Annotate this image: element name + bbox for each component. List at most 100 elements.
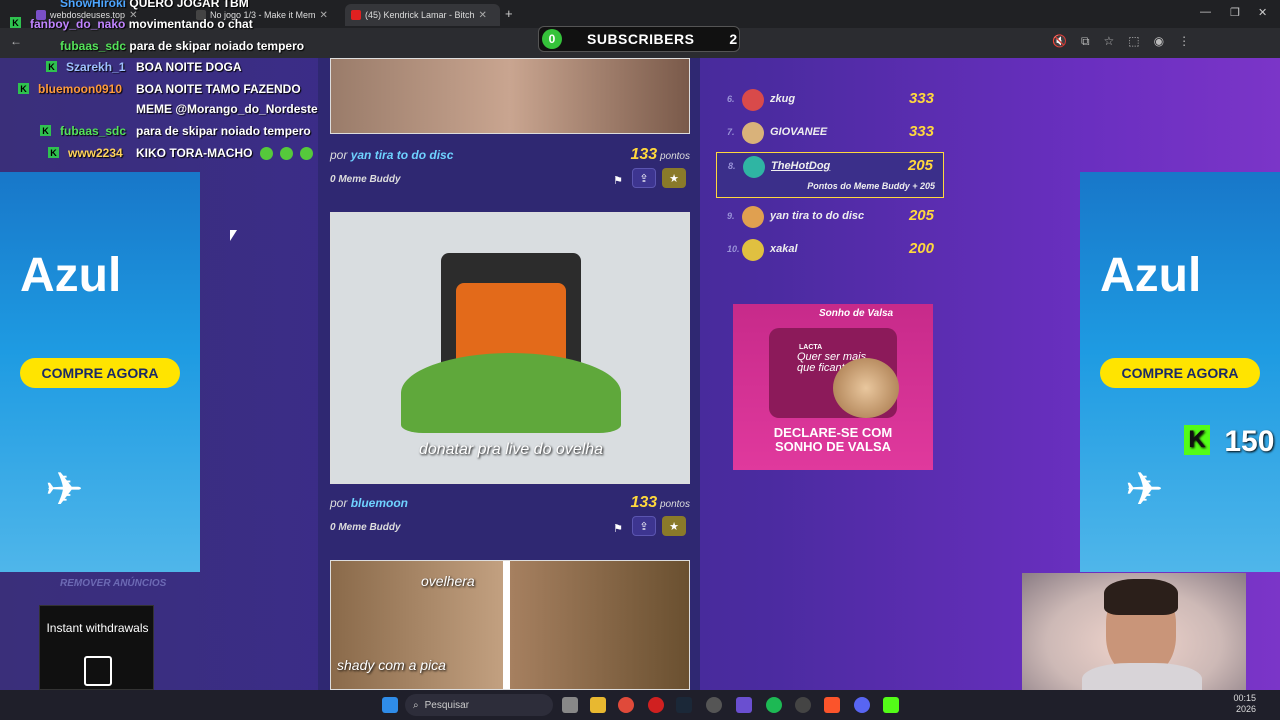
avatar bbox=[742, 206, 764, 228]
kick-badge-icon: K bbox=[40, 125, 51, 136]
compre-agora-button[interactable]: COMPRE AGORA bbox=[20, 358, 180, 388]
emote-icon bbox=[280, 147, 294, 161]
azul-ad-left[interactable]: Azul COMPRE AGORA ✈ bbox=[0, 172, 200, 572]
taskbar-search[interactable]: ⌕ Pesquisar bbox=[405, 694, 553, 716]
flag-icon[interactable]: ⚑ bbox=[606, 518, 630, 538]
meme-image[interactable]: donatar pra live do ovelha bbox=[330, 212, 690, 484]
sonho-de-valsa-ad[interactable]: Sonho de Valsa LACTA Quer ser mais que f… bbox=[733, 304, 933, 470]
windows-taskbar bbox=[0, 690, 1280, 720]
kick-counter: K 150 bbox=[1184, 425, 1274, 459]
instant-withdrawals-ad[interactable]: Instant withdrawals bbox=[39, 605, 154, 690]
close-window-icon[interactable]: ✕ bbox=[1258, 6, 1267, 19]
clock-date: 2026 bbox=[1235, 704, 1256, 714]
ranking-row[interactable]: 7. GIOVANEE 333 bbox=[716, 119, 944, 147]
author-prefix: por bbox=[330, 496, 348, 510]
chat-text: BOA NOITE TAMO FAZENDO bbox=[136, 82, 301, 96]
kick-logo-icon: K bbox=[1184, 425, 1210, 455]
ranking-row[interactable]: 9. yan tira to do disc 205 bbox=[716, 203, 944, 231]
avatar bbox=[742, 122, 764, 144]
app-icon[interactable] bbox=[736, 697, 752, 713]
author-link[interactable]: bluemoon bbox=[351, 496, 408, 510]
lacta-label: LACTA bbox=[799, 344, 823, 351]
chat-message: ShowHiroki QUERO JOGAR TBM bbox=[60, 0, 249, 10]
airplane-icon: ✈ bbox=[1125, 463, 1164, 515]
opera-icon[interactable] bbox=[648, 697, 664, 713]
flag-icon[interactable]: ⚑ bbox=[606, 170, 630, 190]
rank-position: 7. bbox=[727, 127, 735, 137]
chocolate-shape bbox=[833, 358, 899, 418]
points-label: pontos bbox=[659, 499, 690, 510]
rank-name: TheHotDog bbox=[771, 160, 831, 172]
ranking-row[interactable]: 6. zkug 333 bbox=[716, 86, 944, 114]
kick-app-icon[interactable] bbox=[883, 697, 899, 713]
brave-icon[interactable] bbox=[824, 697, 840, 713]
maximize-icon[interactable]: ❐ bbox=[1230, 6, 1240, 19]
ranking-row-highlighted[interactable]: 8. TheHotDog 205 Pontos do Meme Buddy + … bbox=[716, 152, 944, 198]
chat-text: para de skipar noiado tempero bbox=[136, 124, 311, 138]
azul-logo: Azul bbox=[20, 249, 122, 302]
chat-text: BOA NOITE DOGA bbox=[136, 60, 242, 74]
favorite-button[interactable]: ★ bbox=[662, 168, 686, 188]
rank-points: 205 bbox=[907, 157, 933, 174]
meme-image[interactable] bbox=[330, 58, 690, 134]
favorite-button[interactable]: ★ bbox=[662, 516, 686, 536]
share-button[interactable]: ⇪ bbox=[632, 168, 656, 188]
meme-image[interactable]: ovelhera shady com a pica bbox=[330, 560, 690, 690]
share-button[interactable]: ⇪ bbox=[632, 516, 656, 536]
rank-points: 333 bbox=[908, 123, 934, 140]
chat-text: KIKO TORA-MACHO bbox=[136, 146, 253, 160]
menu-icon[interactable]: ⋮ bbox=[1178, 34, 1190, 49]
meme-points: 133 pontos bbox=[630, 494, 690, 512]
windows-start-icon[interactable] bbox=[382, 697, 398, 713]
extensions-icon[interactable]: ⬚ bbox=[1128, 34, 1139, 49]
chat-user: bluemoon0910 bbox=[38, 82, 123, 96]
chrome-icon[interactable] bbox=[618, 697, 634, 713]
kick-badge-icon: K bbox=[48, 147, 59, 158]
tagline-line-2: SONHO DE VALSA bbox=[774, 439, 892, 454]
discord-icon[interactable] bbox=[854, 697, 870, 713]
file-explorer-icon[interactable] bbox=[590, 697, 606, 713]
azul-ad-right[interactable]: Azul COMPRE AGORA ✈ bbox=[1080, 172, 1280, 572]
meme-author: por bluemoon bbox=[330, 496, 408, 510]
settings-icon[interactable] bbox=[706, 697, 722, 713]
minimize-icon[interactable]: — bbox=[1200, 6, 1211, 18]
points-value: 133 bbox=[630, 494, 658, 511]
tab-kendrick[interactable]: (45) Kendrick Lamar - Bitch ✕ bbox=[345, 4, 500, 26]
close-icon[interactable]: ✕ bbox=[479, 10, 487, 21]
airplane-icon: ✈ bbox=[45, 463, 84, 515]
ranking-row[interactable]: 10. xakal 200 bbox=[716, 236, 944, 264]
meme-caption: donatar pra live do ovelha bbox=[418, 441, 604, 458]
subscribers-label: SUBSCRIBERS bbox=[587, 31, 695, 47]
search-placeholder: Pesquisar bbox=[424, 699, 470, 711]
points-value: 133 bbox=[630, 146, 658, 163]
obs-icon[interactable] bbox=[795, 697, 811, 713]
star-icon[interactable]: ☆ bbox=[1104, 34, 1115, 49]
streamer-shirt-shape bbox=[1082, 663, 1202, 690]
remove-ads-link[interactable]: REMOVER ANÚNCIOS bbox=[60, 578, 166, 589]
author-link[interactable]: yan tira to do disc bbox=[351, 148, 454, 162]
avatar bbox=[742, 89, 764, 111]
emote-icon bbox=[300, 147, 314, 161]
sonho-logo: Sonho de Valsa bbox=[819, 308, 894, 319]
profile-icon[interactable]: ◉ bbox=[1154, 34, 1164, 49]
new-tab-icon[interactable]: + bbox=[505, 6, 513, 21]
rank-points: 333 bbox=[908, 90, 934, 107]
toolbar-icons: 🔇 ⧉ ☆ ⬚ ◉ ⋮ bbox=[1052, 34, 1190, 49]
steam-icon[interactable] bbox=[676, 697, 692, 713]
taskbar-clock[interactable]: 00:15 2026 bbox=[1233, 693, 1256, 715]
kick-badge-icon: K bbox=[18, 83, 29, 94]
clock-time: 00:15 bbox=[1233, 693, 1256, 703]
meme-caption-top: ovelhera bbox=[421, 573, 475, 589]
spotify-icon[interactable] bbox=[766, 697, 782, 713]
meme-author: por yan tira to do disc bbox=[330, 148, 453, 162]
chat-user: fubaas_sdc bbox=[60, 39, 127, 53]
mute-icon[interactable]: 🔇 bbox=[1052, 34, 1067, 49]
kick-badge-icon: K bbox=[46, 61, 57, 72]
install-icon[interactable]: ⧉ bbox=[1081, 34, 1090, 49]
rank-position: 6. bbox=[727, 94, 735, 104]
chat-text: para de skipar noiado tempero bbox=[129, 39, 305, 53]
youtube-icon bbox=[351, 10, 361, 20]
compre-agora-button[interactable]: COMPRE AGORA bbox=[1100, 358, 1260, 388]
chat-user: fubaas_sdc bbox=[60, 124, 127, 138]
task-view-icon[interactable] bbox=[562, 697, 578, 713]
